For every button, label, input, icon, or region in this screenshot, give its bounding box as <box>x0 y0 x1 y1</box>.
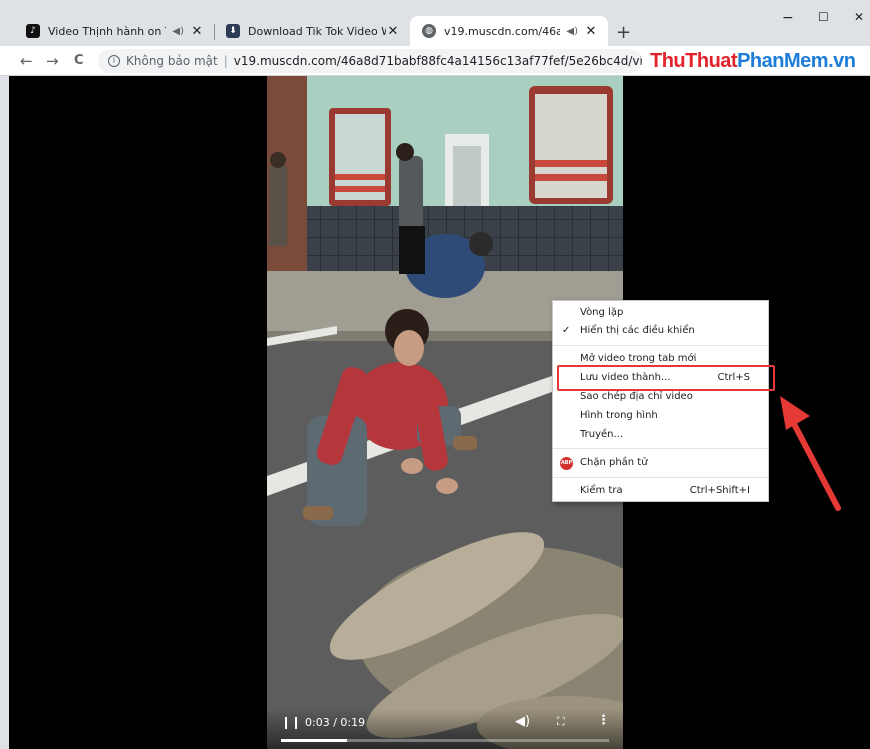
close-icon[interactable]: ✕ <box>386 24 400 39</box>
tab-title: Download Tik Tok Video Without <box>248 24 386 38</box>
close-icon[interactable]: ✕ <box>190 24 204 39</box>
browser-toolbar: ← → C i Không bảo mật | v19.muscdn.com/4… <box>0 46 870 76</box>
speaker-icon[interactable]: ◀) <box>172 26 184 37</box>
context-menu: Vòng lặp ✓ Hiển thị các điều khiển Mở vi… <box>552 300 769 502</box>
tab-download[interactable]: ⬇ Download Tik Tok Video Without ✕ <box>214 16 410 46</box>
info-icon[interactable]: i <box>108 55 120 67</box>
shortcut-label: Ctrl+Shift+I <box>689 485 750 496</box>
fullscreen-icon[interactable]: ⛶ <box>557 715 565 729</box>
minimize-button[interactable]: − <box>782 10 794 26</box>
tab-video-active[interactable]: ◍ v19.muscdn.com/46a8d71ba ◀) ✕ <box>410 16 608 46</box>
url-separator: | <box>223 54 228 68</box>
menu-item-picture-in-picture[interactable]: Hình trong hình <box>553 407 768 425</box>
arrow-icon <box>780 396 841 511</box>
forward-button[interactable]: → <box>46 52 59 70</box>
tab-title: v19.muscdn.com/46a8d71ba <box>444 24 561 38</box>
address-bar[interactable]: i Không bảo mật | v19.muscdn.com/46a8d71… <box>98 49 642 73</box>
new-tab-button[interactable]: + <box>616 22 631 43</box>
pause-icon[interactable]: ❙❙ <box>281 715 301 729</box>
adblock-icon: ABP <box>560 457 573 470</box>
progress-fill <box>281 739 347 742</box>
tab-tiktok[interactable]: ♪ Video Thịnh hành on TikTok ◀) ✕ <box>14 16 214 46</box>
progress-bar[interactable] <box>281 739 609 742</box>
menu-divider <box>553 477 768 478</box>
browser-window: ♪ Video Thịnh hành on TikTok ◀) ✕ ⬇ Down… <box>0 0 870 749</box>
back-button[interactable]: ← <box>20 52 33 70</box>
maximize-button[interactable]: ☐ <box>818 10 829 24</box>
download-site-icon: ⬇ <box>226 24 240 38</box>
volume-icon[interactable]: ◀) <box>515 714 530 729</box>
menu-item-inspect[interactable]: Kiểm tra Ctrl+Shift+I <box>553 482 768 500</box>
menu-item-block-element[interactable]: ABP Chặn phần tử <box>553 454 768 472</box>
tab-strip: ♪ Video Thịnh hành on TikTok ◀) ✕ ⬇ Down… <box>0 0 870 46</box>
globe-icon: ◍ <box>422 24 436 38</box>
menu-item-loop[interactable]: Vòng lặp <box>553 304 768 322</box>
highlight-box <box>557 365 775 391</box>
close-window-button[interactable]: ✕ <box>854 10 864 24</box>
menu-divider <box>553 345 768 346</box>
check-icon: ✓ <box>562 325 571 336</box>
close-icon[interactable]: ✕ <box>584 24 598 39</box>
tab-title: Video Thịnh hành on TikTok <box>48 24 166 38</box>
more-options-icon[interactable]: ⋮ <box>597 713 610 728</box>
menu-divider <box>553 448 768 449</box>
security-label: Không bảo mật <box>126 54 218 68</box>
reload-button[interactable]: C <box>74 53 84 68</box>
video-controls: ❙❙ 0:03 / 0:19 ◀) ⛶ ⋮ <box>267 709 623 749</box>
tiktok-icon: ♪ <box>26 24 40 38</box>
menu-item-show-controls[interactable]: ✓ Hiển thị các điều khiển <box>553 322 768 340</box>
url-text: v19.muscdn.com/46a8d71babf88fc4a14156c13… <box>233 54 642 68</box>
menu-item-cast[interactable]: Truyền... <box>553 426 768 444</box>
speaker-icon[interactable]: ◀) <box>566 26 578 37</box>
watermark-logo: Thu Thuat PhanMem .vn <box>650 49 856 72</box>
time-display: 0:03 / 0:19 <box>305 716 366 729</box>
